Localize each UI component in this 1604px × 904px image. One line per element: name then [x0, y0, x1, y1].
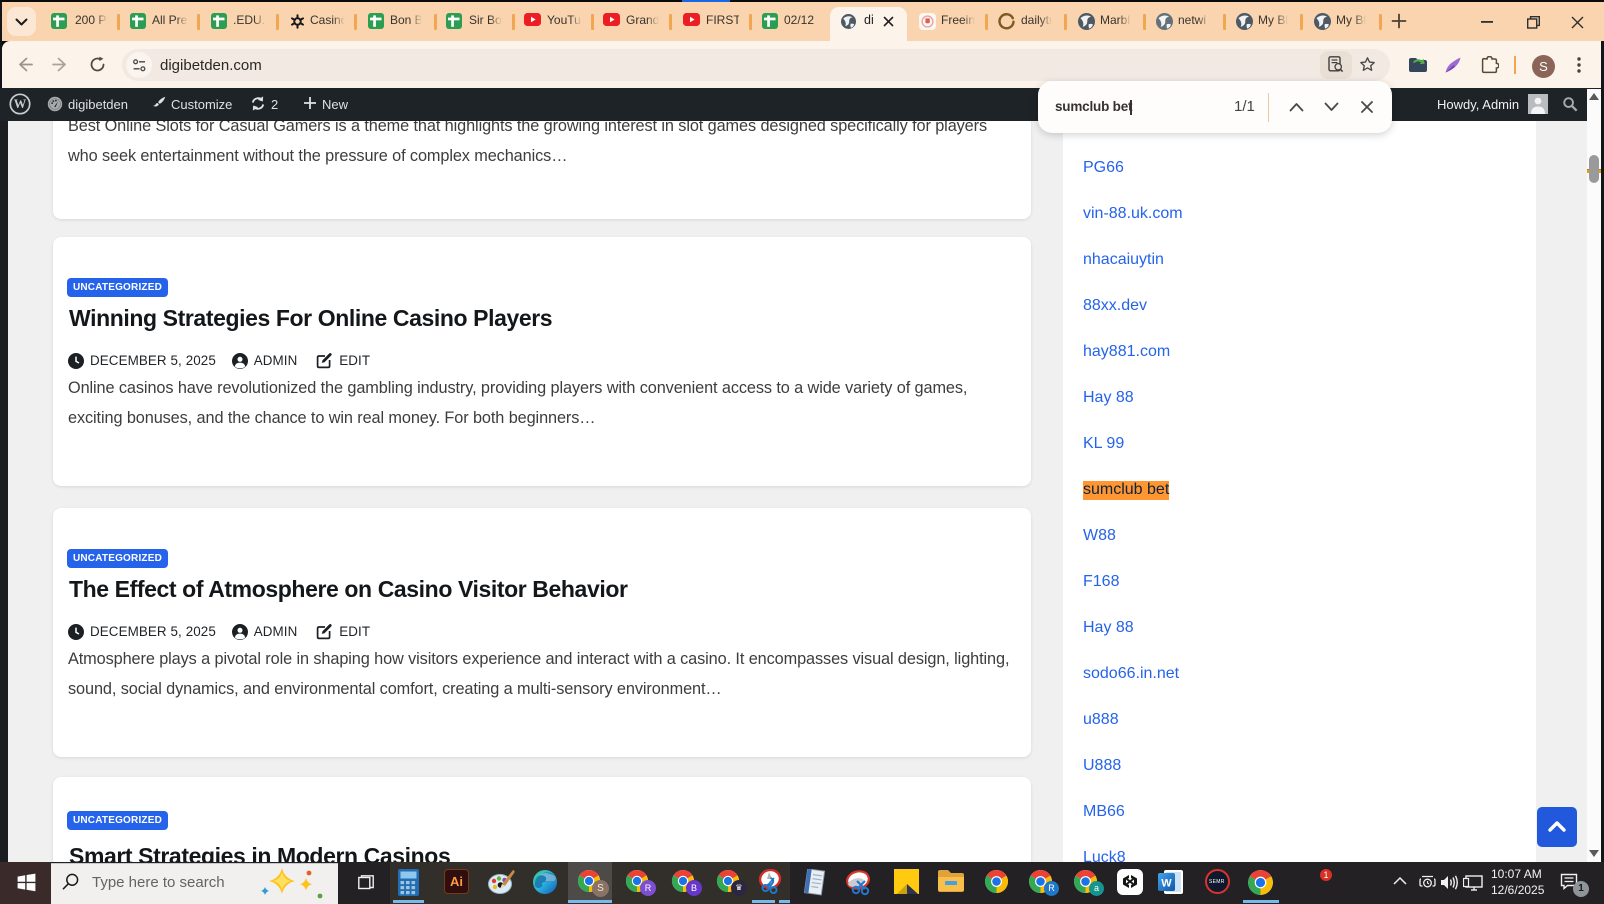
svg-text:W: W [1161, 878, 1172, 890]
svg-text:W: W [14, 97, 27, 111]
